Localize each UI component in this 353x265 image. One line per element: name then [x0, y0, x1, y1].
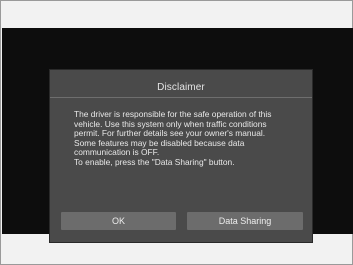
- disclaimer-dialog: Disclaimer The driver is responsible for…: [50, 70, 312, 242]
- ok-button[interactable]: OK: [61, 212, 176, 230]
- title-divider: [50, 97, 312, 98]
- page-frame: Disclaimer The driver is responsible for…: [0, 0, 353, 265]
- dialog-title: Disclaimer: [157, 82, 205, 93]
- dialog-message: The driver is responsible for the safe o…: [74, 109, 272, 167]
- data-sharing-button[interactable]: Data Sharing: [187, 212, 303, 230]
- head-unit-screen: Disclaimer The driver is responsible for…: [2, 28, 353, 242]
